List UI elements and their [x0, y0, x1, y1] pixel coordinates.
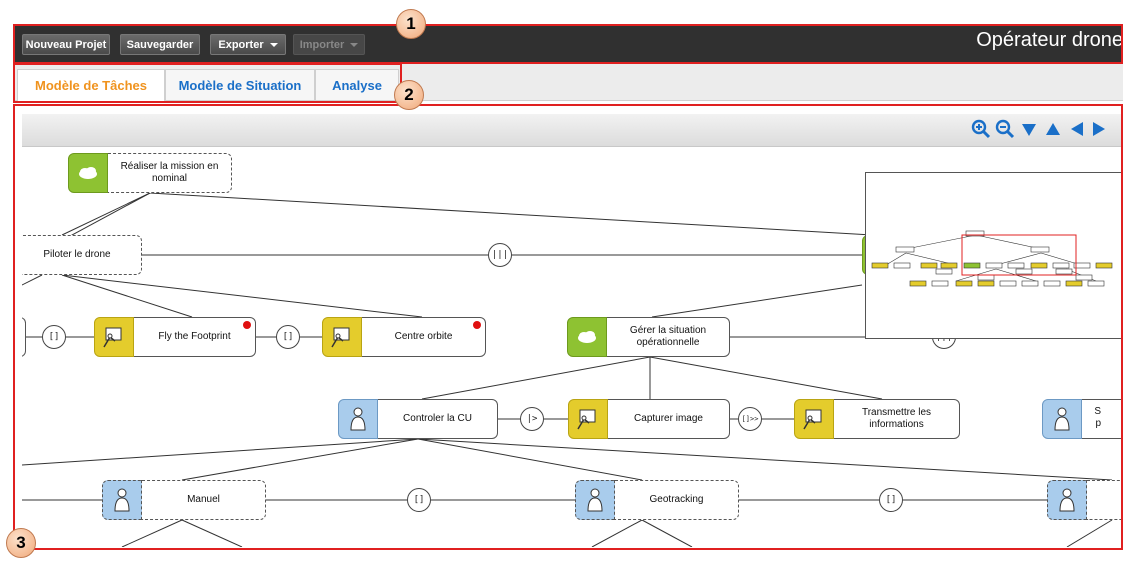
import-label: Importer [299, 38, 345, 51]
task-label-text: S [1094, 406, 1101, 417]
overview-minimap[interactable] [865, 172, 1123, 339]
operator-choice[interactable]: [] [407, 488, 431, 512]
task-label-cut [1087, 480, 1123, 520]
arrow-down-icon[interactable] [1019, 119, 1039, 139]
task-node[interactable]: Piloter le drone [22, 235, 142, 275]
arrow-right-icon[interactable] [1089, 119, 1109, 139]
zoom-in-icon[interactable] [971, 119, 991, 139]
app-title: Opérateur drone [976, 29, 1123, 51]
annotation-badge-3: 3 [6, 528, 36, 558]
annotation-badge-1: 1 [396, 9, 426, 39]
status-dot [243, 321, 251, 329]
task-label: Transmettre les informations [834, 399, 960, 439]
task-node[interactable]: Fly the Footprint [94, 317, 256, 357]
interactive-task-icon [794, 399, 834, 439]
user-task-icon [102, 480, 142, 520]
user-task-icon [1047, 480, 1087, 520]
chevron-down-icon [269, 42, 278, 47]
abstract-task-icon [68, 153, 108, 193]
tab-analysis[interactable]: Analyse [315, 69, 399, 100]
status-dot [473, 321, 481, 329]
task-node[interactable]: Manuel [102, 480, 266, 520]
task-label-text: Centre orbite [394, 331, 453, 342]
abstract-task-icon [567, 317, 607, 357]
interactive-task-icon [94, 317, 134, 357]
zoom-out-icon[interactable] [995, 119, 1015, 139]
save-button[interactable]: Sauvegarder [120, 34, 200, 55]
operator-parallel[interactable]: ||| [488, 243, 512, 267]
task-label: Capturer image [608, 399, 730, 439]
task-node[interactable] [22, 317, 26, 357]
operator-sequence-info[interactable]: []>> [738, 407, 762, 431]
task-label: Controler la CU [378, 399, 498, 439]
tab-task-model[interactable]: Modèle de Tâches [17, 69, 165, 101]
task-label: Fly the Footprint [134, 317, 256, 357]
task-node[interactable]: Capturer image [568, 399, 730, 439]
task-node[interactable]: Geotracking [575, 480, 739, 520]
export-label: Exporter [218, 38, 264, 51]
tab-bar: Modèle de Tâches Modèle de Situation Ana… [14, 63, 1123, 101]
task-node[interactable]: Sp [1042, 399, 1123, 439]
task-node[interactable]: Transmettre les informations [794, 399, 960, 439]
task-node[interactable] [1047, 480, 1123, 520]
canvas-toolbar [22, 114, 1123, 147]
task-label-cut: Sp [1082, 399, 1123, 439]
operator-interrupt[interactable]: |> [520, 407, 544, 431]
operator-choice[interactable]: [] [879, 488, 903, 512]
task-node[interactable]: Controler la CU [338, 399, 498, 439]
interactive-task-icon [568, 399, 608, 439]
task-label-text: p [1095, 418, 1101, 429]
task-node[interactable]: Gérer la situation opérationnelle [567, 317, 730, 357]
tab-situation-model[interactable]: Modèle de Situation [165, 69, 315, 100]
task-label: Geotracking [615, 480, 739, 520]
task-label-text: Fly the Footprint [158, 331, 231, 342]
import-button[interactable]: Importer [293, 34, 365, 55]
minimap-tree [871, 230, 1113, 287]
user-task-icon [575, 480, 615, 520]
chevron-down-icon [350, 42, 359, 47]
operator-choice[interactable]: [] [276, 325, 300, 349]
annotation-badge-2: 2 [394, 80, 424, 110]
arrow-left-icon[interactable] [1067, 119, 1087, 139]
operator-choice[interactable]: [] [42, 325, 66, 349]
user-task-icon [338, 399, 378, 439]
interactive-task-icon [322, 317, 362, 357]
export-button[interactable]: Exporter [210, 34, 286, 55]
new-project-button[interactable]: Nouveau Projet [22, 34, 110, 55]
task-node[interactable]: Réaliser la mission en nominal [68, 153, 232, 193]
top-toolbar: Nouveau Projet Sauvegarder Exporter Impo… [14, 25, 1123, 63]
arrow-up-icon[interactable] [1043, 119, 1063, 139]
task-label: Manuel [142, 480, 266, 520]
user-task-icon [1042, 399, 1082, 439]
task-node[interactable]: Centre orbite [322, 317, 486, 357]
task-label: Réaliser la mission en nominal [108, 153, 232, 193]
task-label: Centre orbite [362, 317, 486, 357]
task-label: Gérer la situation opérationnelle [607, 317, 730, 357]
task-label-cut [22, 317, 26, 357]
task-label: Piloter le drone [22, 235, 142, 275]
